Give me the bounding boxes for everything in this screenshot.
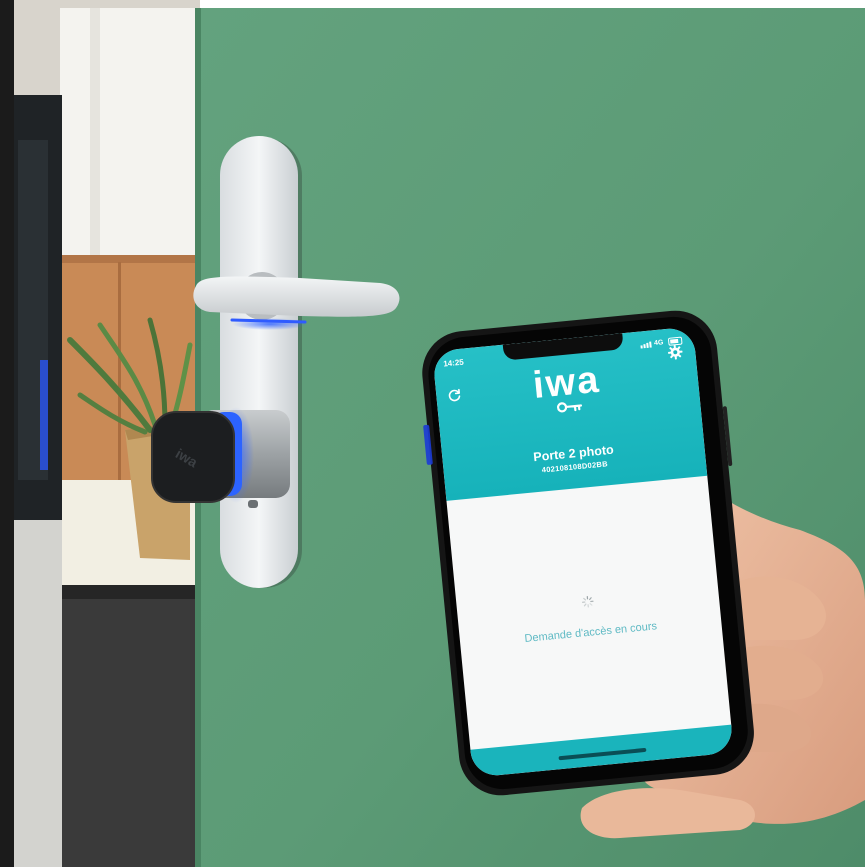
dark-cabinet [60, 585, 195, 867]
iwa-logo: iwa [513, 356, 622, 424]
window-light [60, 8, 200, 258]
handle-plate [220, 136, 298, 588]
network-label: 4G [653, 339, 664, 348]
signal-icon [640, 345, 643, 349]
app-header: 14:25 4G iwa Porte 2 photo 402108108D02B… [432, 326, 708, 501]
phone-app-screen: 14:25 4G iwa Porte 2 photo 402108108D02B… [432, 326, 734, 778]
lever-handle [193, 276, 400, 317]
key-icon [556, 402, 583, 413]
refresh-icon[interactable] [446, 387, 463, 404]
access-status-message: Demande d'accès en cours [524, 620, 658, 645]
gear-icon[interactable] [667, 344, 684, 361]
status-time: 14:25 [442, 357, 465, 369]
scene-illustration: iwa [0, 0, 865, 867]
home-indicator[interactable] [558, 747, 647, 761]
photo-scene: iwa 14:25 4G iwa Porte 2 photo 402108108… [0, 0, 865, 867]
spinner-icon [582, 595, 594, 608]
door-frame [0, 0, 14, 867]
